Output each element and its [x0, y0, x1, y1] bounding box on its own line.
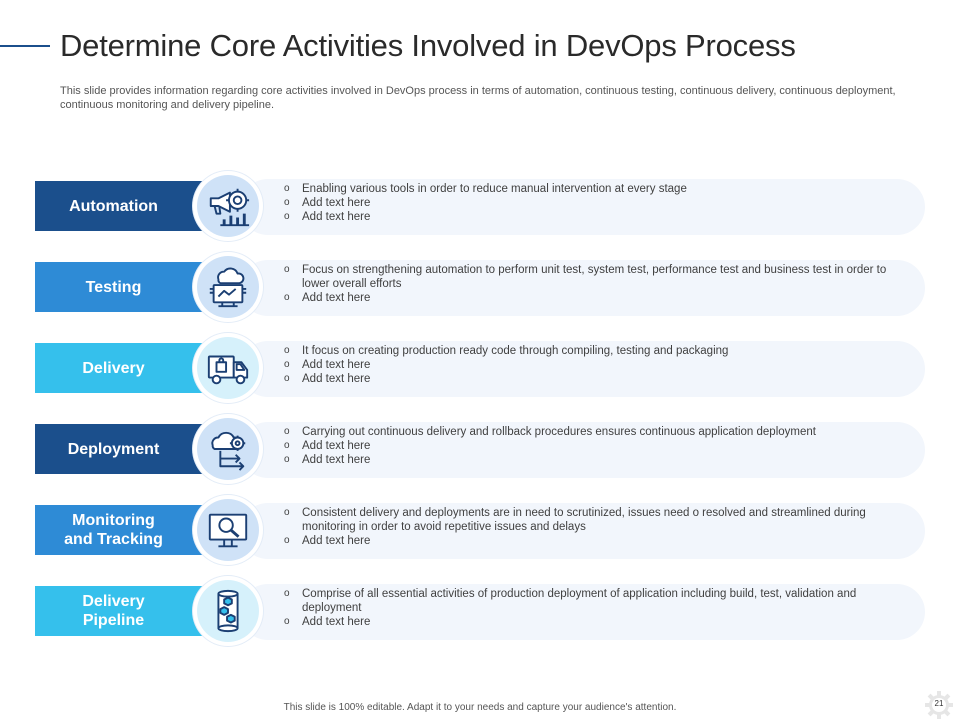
activity-bullets: Carrying out continuous delivery and rol… — [282, 425, 902, 467]
activity-row-delivery: Delivery It focus on creating production… — [0, 333, 960, 403]
activity-bullets: Comprise of all essential activities of … — [282, 587, 902, 629]
monitor-magnifier-icon — [197, 499, 259, 561]
bullet-item: Add text here — [282, 534, 902, 548]
megaphone-gear-chart-icon — [197, 175, 259, 237]
activity-bullets: Consistent delivery and deployments are … — [282, 506, 902, 548]
bullet-item: Carrying out continuous delivery and rol… — [282, 425, 902, 439]
bullet-item: Add text here — [282, 372, 902, 386]
activity-label-monitoring: Monitoring and Tracking — [35, 505, 210, 555]
slide-subtitle: This slide provides information regardin… — [60, 85, 896, 111]
delivery-truck-icon — [197, 337, 259, 399]
page-number-badge: 21 — [924, 690, 954, 720]
pipeline-cubes-icon — [197, 580, 259, 642]
icon-circle — [193, 333, 263, 403]
activity-label-deployment: Deployment — [35, 424, 210, 474]
activity-bullets: Focus on strengthening automation to per… — [282, 263, 902, 305]
activity-label-testing: Testing — [35, 262, 210, 312]
bullet-item: It focus on creating production ready co… — [282, 344, 902, 358]
icon-circle — [193, 252, 263, 322]
bullet-item: Add text here — [282, 439, 902, 453]
activity-row-deployment: Deployment Carrying out continuous deliv… — [0, 414, 960, 484]
bullet-item: Add text here — [282, 453, 902, 467]
activity-label-automation: Automation — [35, 181, 210, 231]
activity-row-testing: Testing Focus on strengthening automatio… — [0, 252, 960, 322]
activity-bullets: Enabling various tools in order to reduc… — [282, 182, 902, 224]
activity-label-pipeline: Delivery Pipeline — [35, 586, 210, 636]
slide-footer: This slide is 100% editable. Adapt it to… — [283, 702, 677, 713]
activity-row-pipeline: DeliveryPipeline Comprise of all essenti… — [0, 576, 960, 646]
bullet-item: Comprise of all essential activities of … — [282, 587, 902, 615]
icon-circle — [193, 576, 263, 646]
icon-circle — [193, 414, 263, 484]
activity-row-automation: Automation Enabling various tools in ord… — [0, 171, 960, 241]
title-accent-line — [0, 45, 50, 47]
page-number: 21 — [934, 699, 944, 708]
cloud-monitor-icon — [197, 256, 259, 318]
slide-title: Determine Core Activities Involved in De… — [60, 28, 796, 63]
bullet-item: Consistent delivery and deployments are … — [282, 506, 902, 534]
activity-bullets: It focus on creating production ready co… — [282, 344, 902, 386]
activity-row-monitoring: Monitoringand Tracking Consistent delive… — [0, 495, 960, 565]
bullet-item: Add text here — [282, 615, 902, 629]
cloud-gear-arrows-icon — [197, 418, 259, 480]
bullet-item: Add text here — [282, 210, 902, 224]
bullet-item: Add text here — [282, 196, 902, 210]
bullet-item: Add text here — [282, 358, 902, 372]
icon-circle — [193, 171, 263, 241]
bullet-item: Enabling various tools in order to reduc… — [282, 182, 902, 196]
icon-circle — [193, 495, 263, 565]
bullet-item: Add text here — [282, 291, 902, 305]
activity-label-delivery: Delivery — [35, 343, 210, 393]
bullet-item: Focus on strengthening automation to per… — [282, 263, 902, 291]
